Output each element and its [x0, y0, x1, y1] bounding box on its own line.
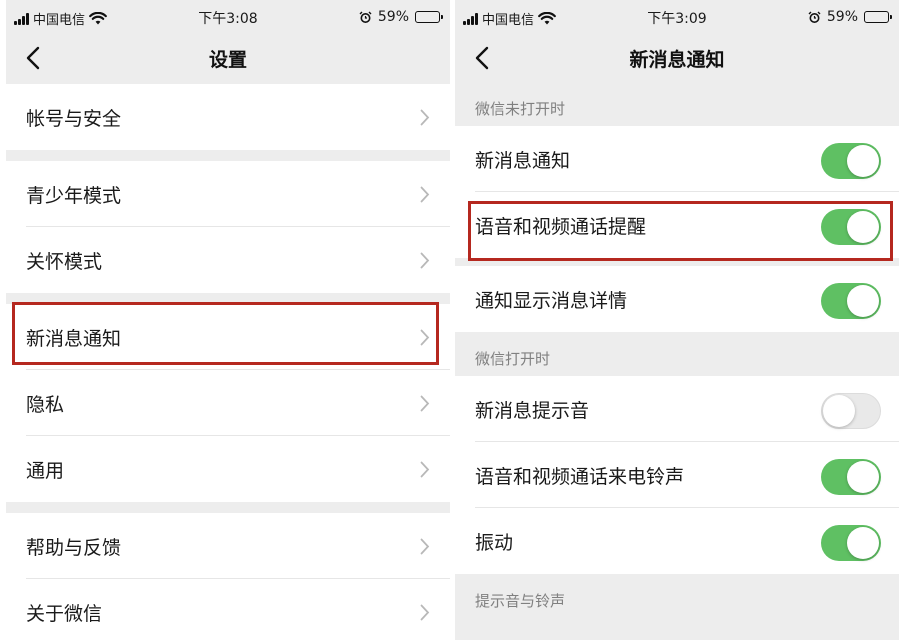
toggle-switch[interactable]	[821, 393, 881, 429]
settings-item-label: 帮助与反馈	[26, 536, 122, 559]
settings-item-new-message-notification[interactable]: 新消息通知	[6, 304, 450, 370]
section-header-sounds-ringtones: 提示音与铃声	[455, 574, 899, 618]
chevron-right-icon	[420, 461, 430, 478]
settings-group-details: 通知显示消息详情	[455, 266, 899, 332]
settings-item-account-security[interactable]: 帐号与安全	[6, 84, 450, 150]
battery-icon	[864, 11, 892, 23]
settings-item-label: 帐号与安全	[26, 107, 122, 130]
setting-new-message-notification: 新消息通知	[455, 126, 899, 192]
settings-item-label: 隐私	[26, 393, 65, 416]
setting-voice-video-call-alert: 语音和视频通话提醒	[455, 192, 899, 258]
settings-item-label: 关怀模式	[26, 250, 103, 273]
settings-group-wechat-closed: 新消息通知 语音和视频通话提醒	[455, 126, 899, 258]
status-bar: 中国电信 下午3:09 59%	[455, 0, 899, 34]
setting-label: 新消息提示音	[475, 399, 590, 422]
toggle-knob	[847, 285, 879, 317]
chevron-right-icon	[420, 329, 430, 346]
chevron-right-icon	[420, 109, 430, 126]
setting-label: 语音和视频通话提醒	[475, 215, 647, 238]
chevron-right-icon	[420, 395, 430, 412]
page-title: 设置	[208, 49, 247, 71]
toggle-switch[interactable]	[821, 283, 881, 319]
toggle-knob	[847, 145, 879, 177]
chevron-right-icon	[420, 604, 430, 621]
chevron-right-icon	[420, 186, 430, 203]
settings-screen: 中国电信 下午3:08 59% 设置 帐号与安全 青少年模式 关怀模式 新消息通…	[6, 0, 450, 640]
settings-item-label: 青少年模式	[26, 184, 122, 207]
page-title: 新消息通知	[629, 49, 725, 71]
settings-group-general: 新消息通知 隐私 通用	[6, 304, 450, 502]
setting-label: 语音和视频通话来电铃声	[475, 465, 685, 488]
settings-group-about: 帮助与反馈 关于微信	[6, 513, 450, 640]
setting-label: 新消息通知	[475, 149, 571, 172]
toggle-switch[interactable]	[821, 525, 881, 561]
toggle-knob	[823, 395, 855, 427]
setting-label: 振动	[475, 531, 514, 554]
toggle-knob	[847, 527, 879, 559]
toggle-switch[interactable]	[821, 209, 881, 245]
section-header-wechat-closed: 微信未打开时	[455, 82, 899, 126]
nav-bar: 设置	[6, 34, 450, 82]
settings-item-label: 通用	[26, 459, 65, 482]
alarm-icon	[808, 11, 821, 23]
settings-group-wechat-open: 新消息提示音 语音和视频通话来电铃声 振动	[455, 376, 899, 574]
toggle-switch[interactable]	[821, 459, 881, 495]
toggle-switch[interactable]	[821, 143, 881, 179]
battery-icon	[415, 11, 443, 23]
settings-item-teen-mode[interactable]: 青少年模式	[6, 161, 450, 227]
new-message-notification-screen: 中国电信 下午3:09 59% 新消息通知 微信未打开时 新消息通知 语音和视频…	[455, 0, 899, 640]
toggle-knob	[847, 211, 879, 243]
settings-group-modes: 青少年模式 关怀模式	[6, 161, 450, 293]
section-header-wechat-open: 微信打开时	[455, 332, 899, 376]
settings-item-label: 关于微信	[26, 602, 103, 625]
setting-show-message-details: 通知显示消息详情	[455, 266, 899, 332]
settings-group-account: 帐号与安全	[6, 84, 450, 150]
settings-item-privacy[interactable]: 隐私	[6, 370, 450, 436]
settings-item-about-wechat[interactable]: 关于微信	[6, 579, 450, 640]
status-bar: 中国电信 下午3:08 59%	[6, 0, 450, 34]
settings-item-help-feedback[interactable]: 帮助与反馈	[6, 513, 450, 579]
alarm-icon	[359, 11, 372, 23]
chevron-right-icon	[420, 252, 430, 269]
toggle-knob	[847, 461, 879, 493]
nav-bar: 新消息通知	[455, 34, 899, 82]
setting-vibration: 振动	[455, 508, 899, 574]
setting-label: 通知显示消息详情	[475, 289, 628, 312]
battery-percent: 59%	[826, 9, 858, 25]
battery-percent: 59%	[377, 9, 409, 25]
settings-item-care-mode[interactable]: 关怀模式	[6, 227, 450, 293]
setting-new-message-sound: 新消息提示音	[455, 376, 899, 442]
settings-item-general[interactable]: 通用	[6, 436, 450, 502]
settings-item-label: 新消息通知	[26, 327, 122, 350]
setting-call-ringtone: 语音和视频通话来电铃声	[455, 442, 899, 508]
chevron-right-icon	[420, 538, 430, 555]
